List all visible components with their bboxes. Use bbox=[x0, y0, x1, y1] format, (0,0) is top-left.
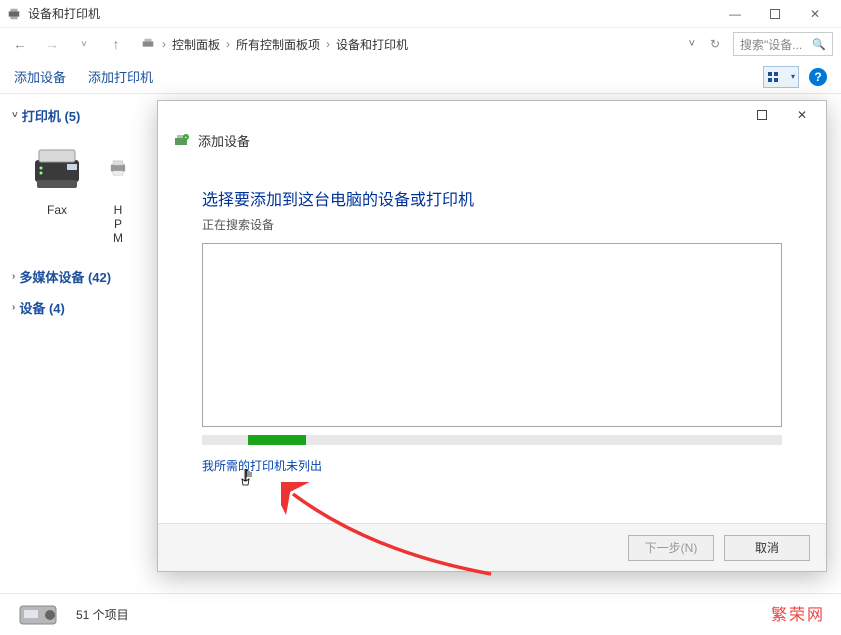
breadcrumb-dropdown[interactable]: ˅ bbox=[687, 38, 697, 50]
crumb-control-panel[interactable]: 控制面板 bbox=[172, 36, 220, 53]
add-device-dialog: ✕ + 添加设备 选择要添加到这台电脑的设备或打印机 正在搜索设备 我所需的打印… bbox=[157, 100, 827, 572]
add-printer-link[interactable]: 添加打印机 bbox=[88, 67, 153, 86]
chevron-right-icon: › bbox=[160, 37, 168, 51]
device-fax[interactable]: Fax bbox=[26, 137, 88, 245]
progress-bar bbox=[248, 435, 306, 445]
help-button[interactable]: ? bbox=[809, 68, 827, 86]
app-icon bbox=[6, 6, 22, 22]
search-input[interactable]: 搜索"设备... 🔍 bbox=[733, 32, 833, 56]
search-progress bbox=[202, 435, 782, 445]
device-label: Fax bbox=[26, 203, 88, 217]
printer-icon bbox=[108, 137, 128, 199]
back-button[interactable]: ← bbox=[6, 30, 34, 58]
close-button[interactable]: ✕ bbox=[795, 0, 835, 28]
add-device-link[interactable]: 添加设备 bbox=[14, 67, 66, 86]
up-button[interactable]: ↑ bbox=[102, 30, 130, 58]
add-device-icon: + bbox=[172, 132, 190, 150]
fax-icon bbox=[26, 137, 88, 199]
printer-not-listed-link[interactable]: 我所需的打印机未列出 bbox=[202, 459, 322, 473]
group-label: 设备 (4) bbox=[19, 298, 65, 317]
group-label: 多媒体设备 (42) bbox=[19, 267, 111, 286]
dialog-maximize-button[interactable] bbox=[742, 103, 782, 127]
printer-icon bbox=[140, 36, 156, 52]
dialog-searching-label: 正在搜索设备 bbox=[202, 216, 782, 233]
device-label: H P M bbox=[108, 203, 128, 245]
chevron-right-icon: › bbox=[12, 302, 15, 313]
status-icon bbox=[12, 599, 64, 631]
dialog-title: 添加设备 bbox=[198, 131, 250, 150]
device-hp[interactable]: H P M bbox=[108, 137, 128, 245]
device-list[interactable] bbox=[202, 243, 782, 427]
crumb-all-items[interactable]: 所有控制面板项 bbox=[236, 36, 320, 53]
forward-button[interactable]: → bbox=[38, 30, 66, 58]
chevron-down-icon: ▾ bbox=[791, 72, 795, 81]
chevron-down-icon: ˅ bbox=[12, 110, 18, 121]
maximize-button[interactable] bbox=[755, 0, 795, 28]
chevron-right-icon: › bbox=[12, 271, 15, 282]
group-label: 打印机 (5) bbox=[22, 106, 81, 125]
svg-text:+: + bbox=[185, 135, 188, 141]
view-options-button[interactable]: ▾ bbox=[763, 66, 799, 88]
crumb-devices-printers[interactable]: 设备和打印机 bbox=[336, 36, 408, 53]
next-button[interactable]: 下一步(N) bbox=[628, 535, 714, 561]
breadcrumb[interactable]: › 控制面板 › 所有控制面板项 › 设备和打印机 bbox=[134, 32, 683, 56]
watermark: 繁荣网 bbox=[771, 601, 825, 625]
status-text: 51 个项目 bbox=[76, 606, 129, 623]
search-icon: 🔍 bbox=[812, 38, 826, 51]
dialog-close-button[interactable]: ✕ bbox=[782, 103, 822, 127]
chevron-right-icon: › bbox=[324, 37, 332, 51]
window-title: 设备和打印机 bbox=[28, 5, 715, 22]
dialog-heading: 选择要添加到这台电脑的设备或打印机 bbox=[202, 186, 782, 210]
view-icon bbox=[767, 71, 779, 83]
recent-dropdown[interactable]: ˅ bbox=[70, 30, 98, 58]
cancel-button[interactable]: 取消 bbox=[724, 535, 810, 561]
refresh-button[interactable]: ↻ bbox=[701, 30, 729, 58]
search-placeholder: 搜索"设备... bbox=[740, 36, 802, 53]
chevron-right-icon: › bbox=[224, 37, 232, 51]
minimize-button[interactable]: — bbox=[715, 0, 755, 28]
